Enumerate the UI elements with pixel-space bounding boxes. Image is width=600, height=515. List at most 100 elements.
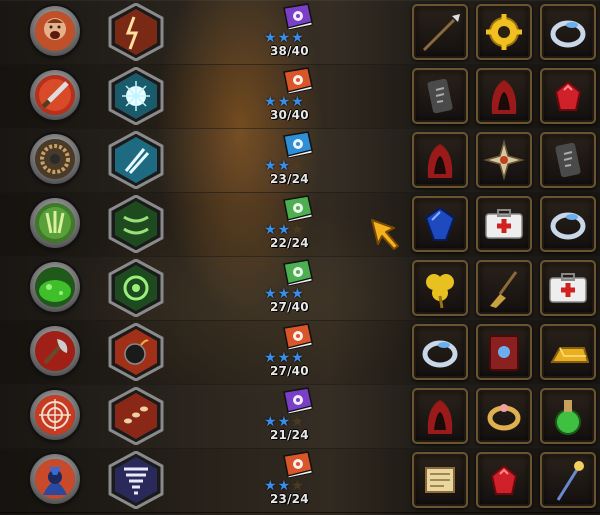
item-slot[interactable] (540, 324, 596, 380)
item-slot[interactable] (476, 452, 532, 508)
skill-book-icon (280, 66, 316, 94)
clover-icon (426, 274, 454, 309)
star-filled-icon: ★ (277, 29, 291, 45)
item-slot[interactable] (476, 4, 532, 60)
star-filled-icon: ★ (277, 477, 291, 493)
red-hood-icon (427, 400, 453, 434)
daggers-icon[interactable] (108, 131, 164, 189)
item-slot[interactable] (412, 452, 468, 508)
skill-row: ★★★ 27/40 (0, 256, 600, 321)
star-empty-icon: ★ (291, 221, 304, 237)
frost-orb-icon[interactable] (108, 67, 164, 125)
skill-book-icon (280, 450, 316, 478)
item-slot[interactable] (540, 388, 596, 444)
medkit-icon (485, 209, 523, 239)
star-filled-icon: ★ (264, 349, 277, 365)
ring-icon (550, 212, 586, 240)
item-slot[interactable] (540, 260, 596, 316)
star-rating: ★★★ (264, 221, 305, 237)
star-filled-icon: ★ (277, 221, 291, 237)
item-slot[interactable] (412, 4, 468, 60)
ruby-gem-icon (490, 464, 518, 495)
star-rating: ★★★ (264, 157, 305, 173)
throwing-star-icon (483, 139, 525, 181)
item-slot[interactable] (412, 68, 468, 124)
item-slot[interactable] (476, 260, 532, 316)
book-progress: 22/24 (270, 236, 309, 250)
red-hood-icon (491, 80, 517, 114)
item-slot[interactable] (540, 132, 596, 188)
star-filled-icon: ★ (277, 157, 291, 173)
skill-book-icon (280, 2, 316, 30)
bear-trap-icon[interactable] (30, 134, 80, 184)
potion-icon (555, 400, 581, 435)
star-filled-icon: ★ (264, 477, 277, 493)
pointer-arrow-icon (371, 219, 399, 250)
item-slot[interactable] (476, 132, 532, 188)
scroll-icon (425, 467, 455, 493)
axe-strike-icon[interactable] (30, 326, 80, 376)
star-filled-icon: ★ (264, 221, 277, 237)
item-slot[interactable] (476, 324, 532, 380)
ruby-gem-icon (554, 80, 582, 111)
star-rating: ★★★ (264, 413, 305, 429)
book-progress: 30/40 (270, 108, 309, 122)
warcry-icon[interactable] (30, 6, 80, 56)
target-icon[interactable] (30, 390, 80, 440)
star-filled-icon: ★ (277, 285, 291, 301)
skill-book-icon (280, 130, 316, 158)
skill-row: ★★★ 21/24 (0, 384, 600, 449)
item-slot[interactable] (412, 388, 468, 444)
skill-book-icon (280, 322, 316, 350)
skill-row: ★★★ 30/40 (0, 64, 600, 129)
star-empty-icon: ★ (291, 477, 304, 493)
skill-book-icon (280, 258, 316, 286)
star-filled-icon: ★ (264, 285, 277, 301)
star-rating: ★★★ (264, 93, 305, 109)
item-slot[interactable] (412, 324, 468, 380)
broom-icon (490, 271, 518, 308)
poison-claw-icon[interactable] (30, 198, 80, 248)
item-slot[interactable] (412, 196, 468, 252)
ring-icon (550, 20, 586, 48)
star-filled-icon: ★ (264, 93, 277, 109)
vine-icon[interactable] (108, 195, 164, 253)
slime-pool-icon[interactable] (30, 262, 80, 312)
item-slot[interactable] (540, 452, 596, 508)
skill-book-icon (280, 386, 316, 414)
star-filled-icon: ★ (291, 93, 304, 109)
bomb-icon[interactable] (108, 323, 164, 381)
star-rating: ★★★ (264, 349, 305, 365)
gold-ring-icon (487, 404, 521, 431)
star-rating: ★★★ (264, 477, 305, 493)
star-filled-icon: ★ (291, 29, 304, 45)
skill-row: ★★★ 23/24 (0, 128, 600, 193)
star-filled-icon: ★ (277, 349, 291, 365)
staff-icon (556, 461, 584, 501)
item-slot[interactable] (476, 388, 532, 444)
medkit-icon (549, 273, 587, 303)
mage-portrait-icon[interactable] (30, 454, 80, 504)
blade-slash-icon[interactable] (30, 70, 80, 120)
star-empty-icon: ★ (291, 413, 304, 429)
lightning-burst-icon[interactable] (108, 3, 164, 61)
item-slot[interactable] (476, 68, 532, 124)
gear-icon (486, 14, 522, 50)
star-filled-icon: ★ (291, 349, 304, 365)
item-slot[interactable] (412, 260, 468, 316)
star-filled-icon: ★ (264, 157, 277, 173)
item-slot[interactable] (412, 132, 468, 188)
star-filled-icon: ★ (277, 413, 291, 429)
star-rating: ★★★ (264, 29, 305, 45)
skill-row: ★★★ 22/24 (0, 192, 600, 257)
poison-swirl-icon[interactable] (108, 259, 164, 317)
book-progress: 38/40 (270, 44, 309, 58)
star-rating: ★★★ (264, 285, 305, 301)
item-slot[interactable] (540, 68, 596, 124)
item-slot[interactable] (540, 4, 596, 60)
skill-row: ★★★ 23/24 (0, 448, 600, 513)
tornado-icon[interactable] (108, 451, 164, 509)
fire-trail-icon[interactable] (108, 387, 164, 445)
item-slot[interactable] (540, 196, 596, 252)
item-slot[interactable] (476, 196, 532, 252)
